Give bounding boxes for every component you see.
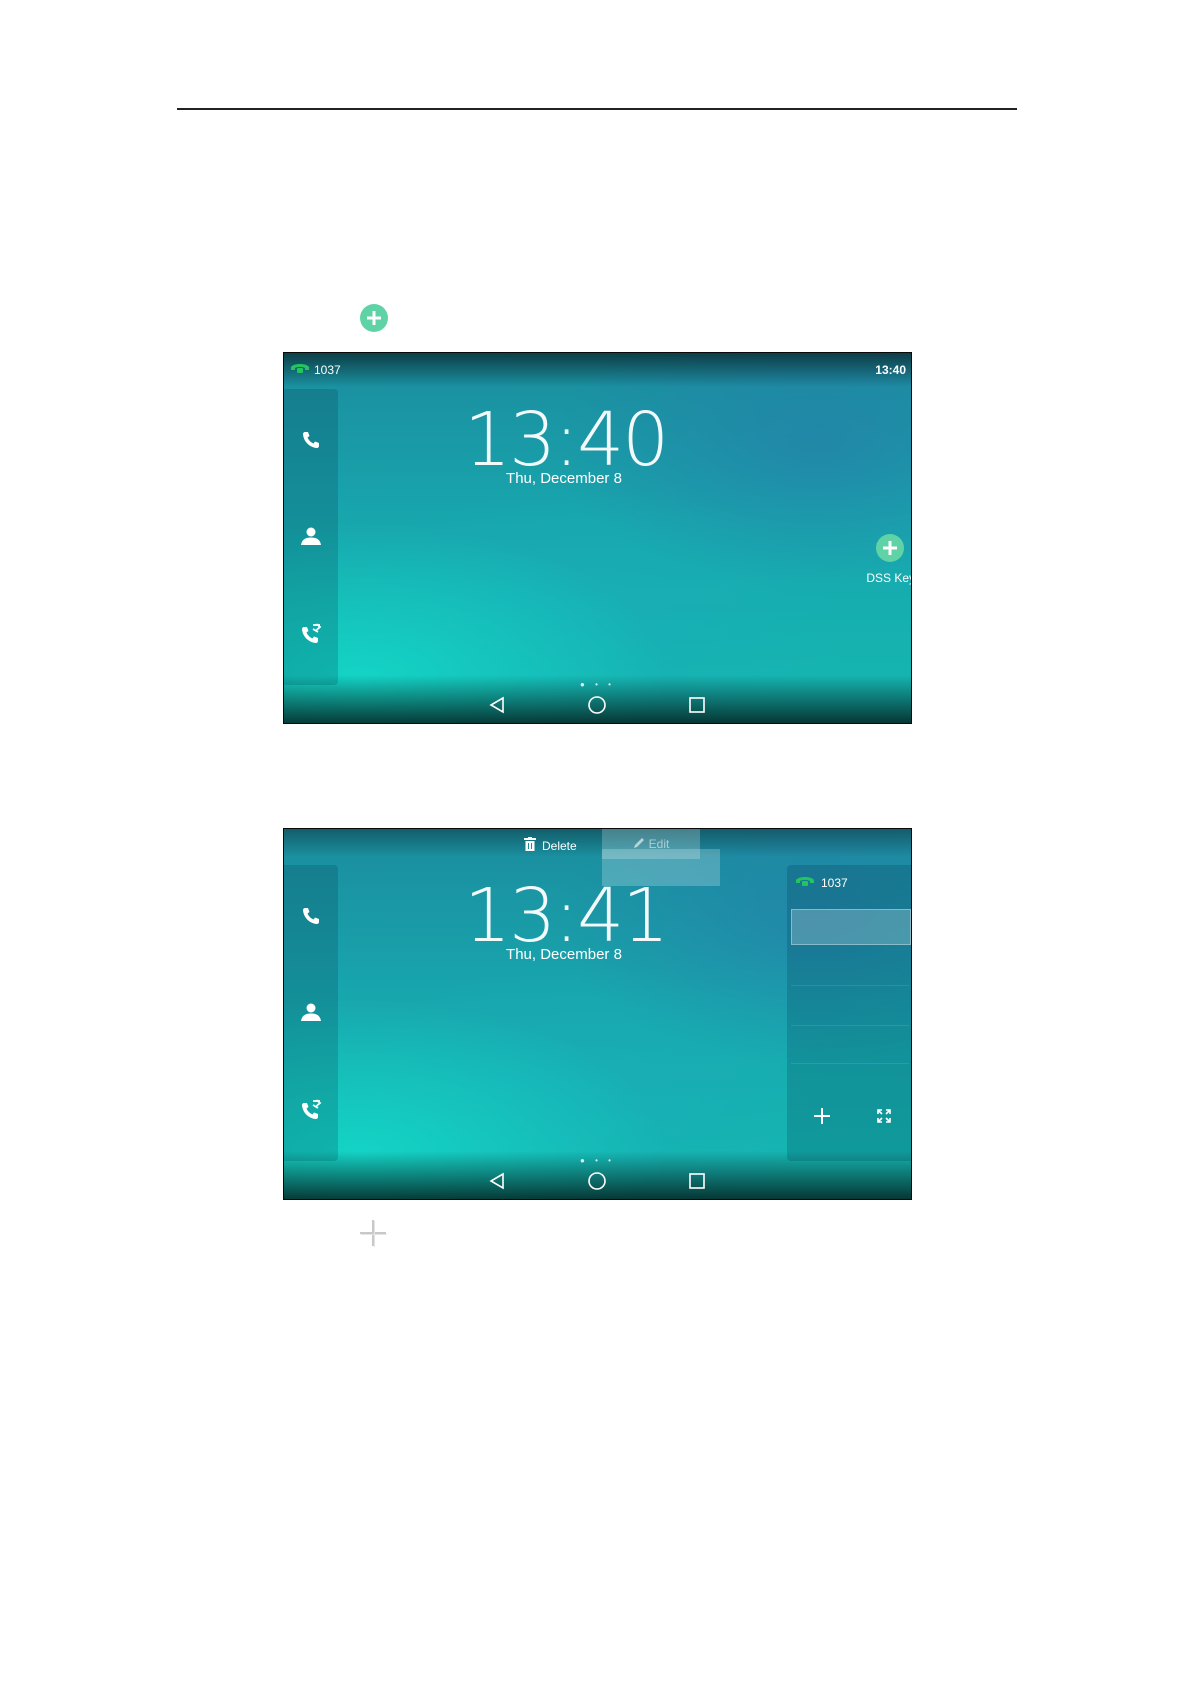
home-icon[interactable] <box>585 693 609 717</box>
idle-clock: 13:41 <box>464 873 669 959</box>
idle-clock: 13:40 <box>464 397 669 483</box>
edit-label: Edit <box>648 837 670 851</box>
expand-icon[interactable] <box>869 1101 899 1131</box>
home-icon[interactable] <box>585 1169 609 1193</box>
status-bar-shade <box>284 353 911 387</box>
plus-icon[interactable] <box>807 1101 837 1131</box>
edit-action-bar: Delete Edit <box>284 829 911 886</box>
plus-icon <box>358 1218 388 1248</box>
status-account: 1037 <box>290 361 341 379</box>
dss-key-panel: 1037 <box>787 865 911 1161</box>
account-phone-icon <box>290 361 310 379</box>
call-history-icon[interactable] <box>298 621 324 647</box>
idle-date: Thu, December 8 <box>506 946 622 963</box>
account-phone-icon <box>795 874 815 892</box>
edit-button[interactable]: Edit <box>602 829 700 859</box>
idle-date: Thu, December 8 <box>506 470 622 487</box>
phone-screen-edit-mode: Delete Edit 13:41 Thu, December 8 1037 ●… <box>283 828 912 1200</box>
left-sidebar <box>284 389 338 685</box>
trash-icon <box>524 837 536 854</box>
dss-key-slot[interactable] <box>791 949 909 986</box>
phone-icon[interactable] <box>298 427 324 453</box>
dss-key-account[interactable]: 1037 <box>791 865 909 901</box>
page-indicator: ● • • <box>580 680 615 689</box>
dss-key-slot[interactable] <box>791 1027 909 1064</box>
page-indicator: ● • • <box>580 1156 615 1165</box>
add-circle-icon <box>359 303 389 333</box>
status-time: 13:40 <box>875 363 906 377</box>
dss-key-add-button[interactable] <box>875 533 905 563</box>
nav-bar <box>284 1169 911 1193</box>
contact-icon[interactable] <box>298 523 324 549</box>
nav-bar <box>284 693 911 717</box>
dss-key-slot-selected[interactable] <box>791 909 911 945</box>
delete-button[interactable]: Delete <box>524 837 577 854</box>
dss-key-slot[interactable] <box>791 989 909 1026</box>
recent-apps-icon[interactable] <box>685 1169 709 1193</box>
account-number: 1037 <box>314 363 341 377</box>
phone-icon[interactable] <box>298 903 324 929</box>
back-icon[interactable] <box>485 1169 509 1193</box>
back-icon[interactable] <box>485 693 509 717</box>
call-history-icon[interactable] <box>298 1097 324 1123</box>
delete-label: Delete <box>542 838 577 853</box>
left-sidebar <box>284 865 338 1161</box>
dss-account-number: 1037 <box>821 876 848 890</box>
phone-screen-idle: 1037 13:40 13:40 Thu, December 8 DSS Key… <box>283 352 912 724</box>
contact-icon[interactable] <box>298 999 324 1025</box>
pencil-icon <box>633 837 645 852</box>
recent-apps-icon[interactable] <box>685 693 709 717</box>
dss-key-label: DSS Key <box>866 571 912 585</box>
header-rule <box>177 108 1017 110</box>
